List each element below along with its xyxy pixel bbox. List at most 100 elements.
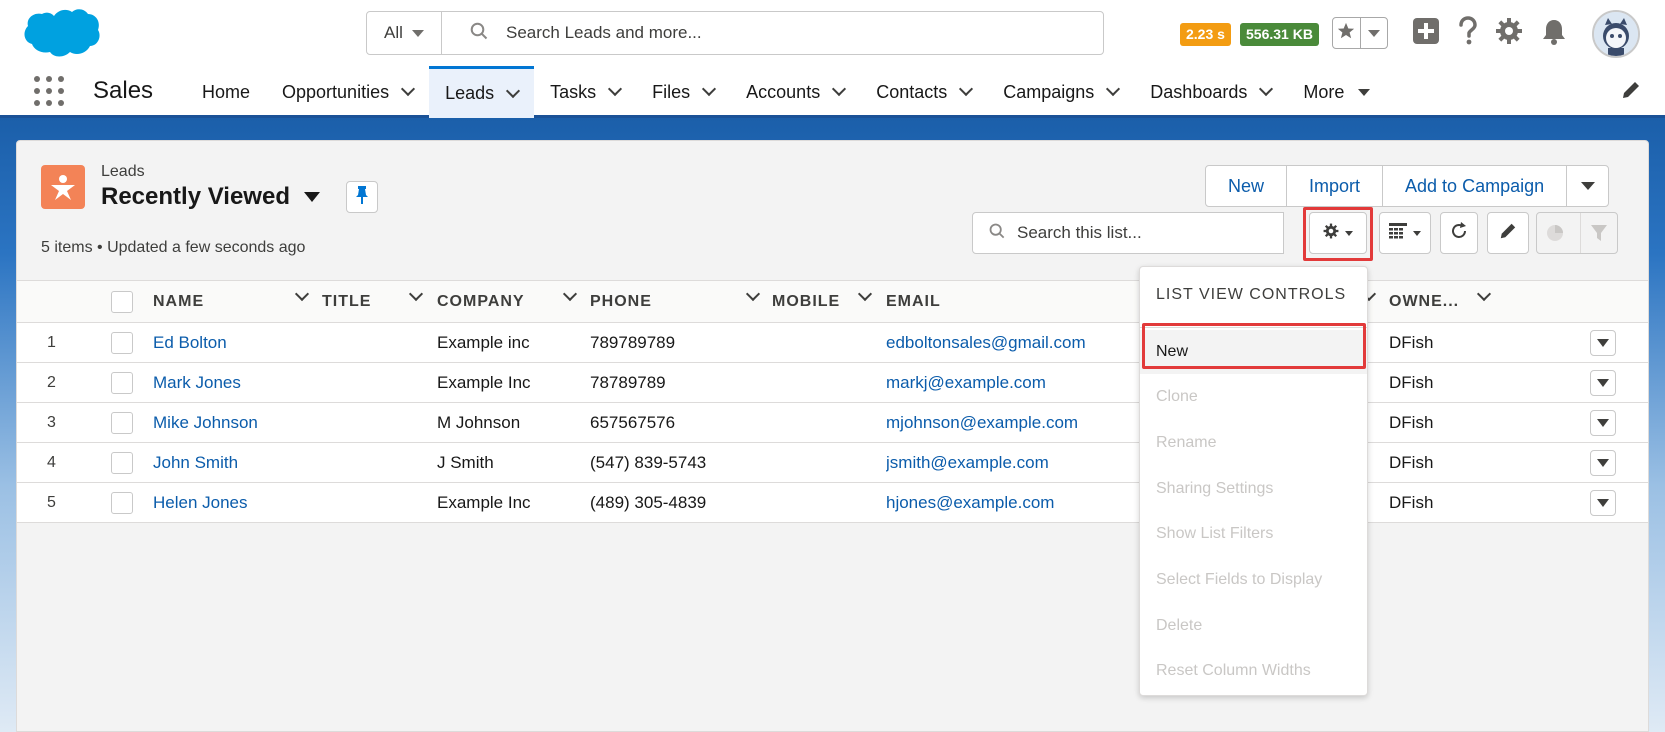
chevron-down-icon[interactable] — [401, 81, 416, 97]
edit-nav-button[interactable] — [1621, 80, 1641, 105]
nav-item-home[interactable]: Home — [186, 66, 266, 118]
nav-item-files[interactable]: Files — [636, 66, 730, 118]
column-label: TITLE — [322, 293, 372, 310]
column-header-phone[interactable]: PHONE — [590, 281, 652, 323]
global-search[interactable]: All — [366, 11, 1104, 55]
column-label: OWNE... — [1389, 293, 1460, 310]
row-checkbox[interactable] — [111, 492, 133, 514]
column-header-email[interactable]: EMAIL — [886, 281, 941, 323]
nav-item-accounts[interactable]: Accounts — [730, 66, 860, 118]
salesforce-logo[interactable] — [20, 6, 102, 62]
chevron-down-icon[interactable] — [745, 286, 761, 302]
email-link[interactable]: jsmith@example.com — [886, 443, 1156, 483]
caret-down-icon — [1413, 230, 1421, 236]
list-search-input[interactable] — [1017, 223, 1277, 243]
nav-item-opportunities[interactable]: Opportunities — [266, 66, 429, 118]
chevron-down-icon[interactable] — [562, 286, 578, 302]
lead-name-link[interactable]: Mike Johnson — [153, 403, 258, 443]
select-all-checkbox[interactable] — [111, 291, 133, 313]
list-view-controls-menu: LIST VIEW CONTROLS New Clone Rename Shar… — [1139, 266, 1368, 696]
row-actions-button[interactable] — [1590, 370, 1616, 396]
notifications-button[interactable] — [1537, 16, 1571, 50]
chevron-down-icon[interactable] — [506, 83, 521, 98]
add-to-campaign-button[interactable]: Add to Campaign — [1382, 166, 1566, 206]
chevron-down-icon[interactable] — [1106, 81, 1121, 97]
nav-item-leads[interactable]: Leads — [429, 66, 535, 118]
favorite-button[interactable] — [1333, 18, 1360, 48]
row-number: 2 — [47, 374, 56, 391]
leads-table: NAME TITLE COMPANY PHONE MOBILE EMAIL OW… — [17, 280, 1648, 523]
more-actions-button[interactable] — [1566, 166, 1608, 206]
owner-cell[interactable]: DFish — [1389, 443, 1433, 483]
chevron-down-icon[interactable] — [959, 81, 974, 97]
email-link[interactable]: markj@example.com — [886, 363, 1156, 403]
caret-down-icon — [1358, 88, 1371, 96]
owner-cell[interactable]: DFish — [1389, 363, 1433, 403]
app-navigation-bar: Sales Home Opportunities Leads Tasks Fil… — [0, 66, 1665, 118]
menu-item-new[interactable]: New — [1140, 330, 1367, 374]
list-view-selector[interactable]: Recently Viewed — [101, 183, 320, 211]
owner-cell[interactable]: DFish — [1389, 483, 1433, 523]
chevron-down-icon[interactable] — [408, 286, 424, 302]
row-checkbox[interactable] — [111, 372, 133, 394]
table-row: 3 Mike Johnson M Johnson 657567576 mjohn… — [17, 403, 1648, 443]
setup-button[interactable] — [1492, 16, 1526, 50]
row-actions-button[interactable] — [1590, 450, 1616, 476]
new-lead-button[interactable]: New — [1206, 166, 1286, 206]
email-link[interactable]: hjones@example.com — [886, 483, 1156, 523]
lead-name-link[interactable]: John Smith — [153, 443, 238, 483]
nav-item-campaigns[interactable]: Campaigns — [987, 66, 1134, 118]
nav-item-more[interactable]: More — [1287, 66, 1386, 118]
column-header-mobile[interactable]: MOBILE — [772, 281, 840, 323]
column-header-company[interactable]: COMPANY — [437, 281, 525, 323]
list-search[interactable] — [972, 212, 1284, 254]
column-header-title[interactable]: TITLE — [322, 281, 371, 323]
help-button[interactable] — [1451, 15, 1485, 50]
email-link[interactable]: mjohnson@example.com — [886, 403, 1156, 443]
row-checkbox[interactable] — [111, 452, 133, 474]
chevron-down-icon[interactable] — [1476, 286, 1492, 302]
table-icon — [1389, 222, 1407, 244]
global-search-input[interactable] — [506, 23, 1046, 43]
nav-item-contacts[interactable]: Contacts — [860, 66, 987, 118]
chevron-down-icon[interactable] — [294, 286, 310, 302]
row-number: 4 — [47, 454, 56, 471]
row-checkbox[interactable] — [111, 332, 133, 354]
phone-cell: (489) 305-4839 — [590, 493, 707, 512]
global-actions-button[interactable] — [1409, 16, 1443, 50]
user-avatar[interactable] — [1592, 10, 1640, 58]
refresh-button[interactable] — [1440, 212, 1478, 254]
owner-cell[interactable]: DFish — [1389, 403, 1433, 443]
nav-item-dashboards[interactable]: Dashboards — [1134, 66, 1287, 118]
gear-icon — [1323, 223, 1339, 244]
import-button[interactable]: Import — [1286, 166, 1382, 206]
app-launcher-icon[interactable] — [34, 76, 64, 106]
row-actions-button[interactable] — [1590, 410, 1616, 436]
favorites-list-button[interactable] — [1359, 18, 1388, 48]
lead-name-link[interactable]: Mark Jones — [153, 363, 241, 403]
column-header-owner[interactable]: OWNE... — [1389, 281, 1459, 323]
column-header-name[interactable]: NAME — [153, 281, 204, 323]
owner-cell[interactable]: DFish — [1389, 323, 1433, 363]
chevron-down-icon[interactable] — [857, 286, 873, 302]
nav-item-label: Files — [652, 81, 691, 102]
global-search-field[interactable] — [442, 12, 1103, 54]
list-view-controls-button[interactable] — [1309, 212, 1367, 254]
row-actions-button[interactable] — [1590, 490, 1616, 516]
inline-edit-button[interactable] — [1487, 212, 1529, 254]
chevron-down-icon[interactable] — [832, 81, 847, 97]
row-checkbox[interactable] — [111, 412, 133, 434]
chevron-down-icon[interactable] — [608, 81, 623, 97]
pin-list-button[interactable] — [346, 181, 378, 213]
lead-name-link[interactable]: Helen Jones — [153, 483, 248, 523]
display-as-button[interactable] — [1379, 212, 1431, 254]
row-actions-button[interactable] — [1590, 330, 1616, 356]
nav-item-tasks[interactable]: Tasks — [534, 66, 636, 118]
chevron-down-icon[interactable] — [702, 81, 717, 97]
company-cell: Example Inc — [437, 493, 531, 512]
email-link[interactable]: edboltonsales@gmail.com — [886, 323, 1156, 363]
column-label: COMPANY — [437, 293, 525, 310]
lead-name-link[interactable]: Ed Bolton — [153, 323, 227, 363]
chevron-down-icon[interactable] — [1259, 81, 1274, 97]
search-scope-select[interactable]: All — [367, 12, 442, 54]
